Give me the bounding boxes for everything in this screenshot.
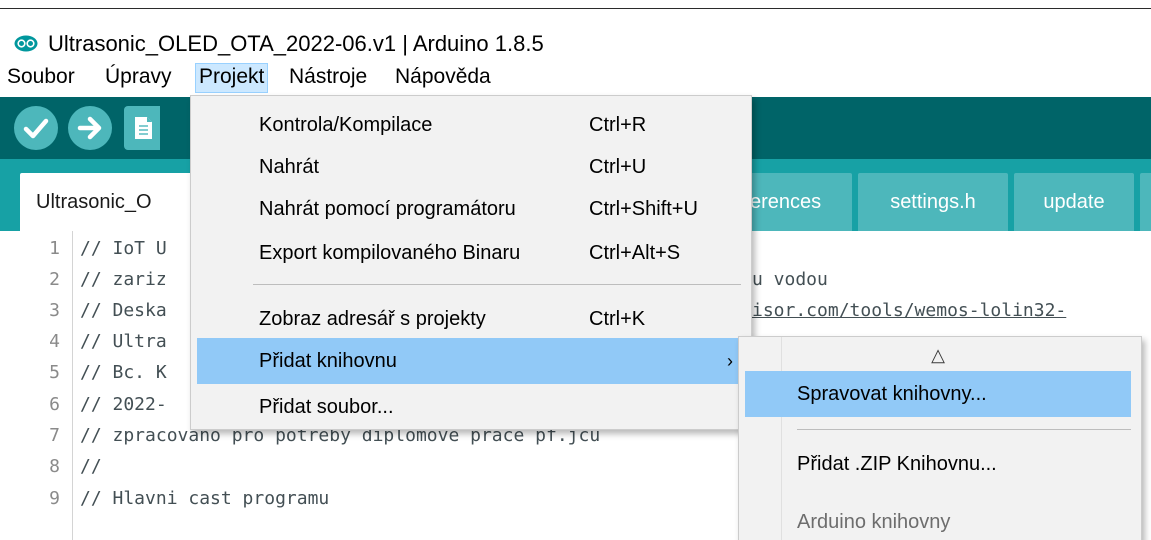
menu-upravy[interactable]: Úpravy — [102, 63, 175, 93]
title-bar: Ultrasonic_OLED_OTA_2022-06.v1 | Arduino… — [0, 9, 1151, 61]
menu-item-label: Zobraz adresář s projekty — [259, 308, 486, 330]
menu-item-label: Přidat soubor... — [259, 396, 394, 418]
code-text: // IoT U — [80, 238, 167, 259]
submenu-item-label: Arduino knihovny — [797, 511, 951, 533]
menu-item-show-sketch-folder[interactable]: Zobraz adresář s projekty Ctrl+K — [197, 296, 745, 342]
new-sketch-button[interactable] — [124, 106, 160, 150]
line-number: 6 — [49, 394, 60, 415]
menu-item-label: Přidat knihovnu — [259, 350, 397, 372]
verify-button[interactable] — [14, 106, 58, 150]
submenu-item-manage-libraries[interactable]: Spravovat knihovny... — [745, 371, 1131, 417]
tab-update[interactable]: update — [1014, 173, 1134, 231]
code-text: // zariz — [80, 269, 167, 290]
line-number: 4 — [49, 331, 60, 352]
menu-item-shortcut: Ctrl+R — [589, 114, 647, 136]
upload-icon — [77, 116, 102, 140]
menu-item-include-library[interactable]: Přidat knihovnu › — [197, 338, 745, 384]
code-text: // Bc. K — [80, 362, 167, 383]
menu-item-verify-compile[interactable]: Kontrola/Kompilace Ctrl+R — [197, 102, 745, 148]
menu-bar: Soubor Úpravy Projekt Nástroje Nápověda — [0, 61, 1151, 95]
menu-item-shortcut: Ctrl+Shift+U — [589, 198, 698, 220]
line-number: 1 — [49, 238, 60, 259]
menu-item-add-file[interactable]: Přidat soubor... — [197, 384, 745, 430]
projekt-menu-dropdown: Kontrola/Kompilace Ctrl+R Nahrát Ctrl+U … — [190, 95, 752, 430]
menu-item-shortcut: Ctrl+U — [589, 156, 647, 178]
menu-soubor[interactable]: Soubor — [4, 63, 78, 93]
menu-separator — [253, 284, 741, 285]
code-text: // 2022- — [80, 394, 167, 415]
window-title: Ultrasonic_OLED_OTA_2022-06.v1 | Arduino… — [48, 31, 544, 56]
code-text: // Deska — [80, 300, 167, 321]
code-text-fragment: u vodou — [752, 269, 828, 290]
submenu-item-label: Přidat .ZIP Knihovnu... — [797, 453, 997, 475]
arduino-logo-icon — [14, 35, 38, 52]
line-number: 3 — [49, 300, 60, 321]
tab-preferences[interactable]: erences — [740, 173, 852, 231]
line-number: 9 — [49, 488, 60, 509]
new-sketch-icon — [135, 117, 152, 139]
menu-projekt[interactable]: Projekt — [195, 63, 269, 93]
upload-button[interactable] — [68, 106, 112, 150]
menu-item-label: Nahrát pomocí programátoru — [259, 198, 516, 220]
tab-settings-h[interactable]: settings.h — [858, 173, 1008, 231]
line-number: 5 — [49, 362, 60, 383]
menu-item-label: Export kompilovaného Binaru — [259, 242, 521, 264]
tab-ultrasonic[interactable]: Ultrasonic_O — [20, 173, 192, 231]
menu-item-export-binary[interactable]: Export kompilovaného Binaru Ctrl+Alt+S — [197, 230, 745, 276]
menu-item-upload-programmer[interactable]: Nahrát pomocí programátoru Ctrl+Shift+U — [197, 186, 745, 232]
menu-item-label: Kontrola/Kompilace — [259, 114, 433, 136]
menu-item-shortcut: Ctrl+K — [589, 308, 646, 330]
line-number: 7 — [49, 425, 60, 446]
menu-napoveda[interactable]: Nápověda — [392, 63, 494, 93]
menu-item-shortcut: Ctrl+Alt+S — [589, 242, 681, 264]
tab-overflow[interactable] — [1140, 173, 1151, 231]
submenu-item-add-zip-library[interactable]: Přidat .ZIP Knihovnu... — [745, 441, 1131, 487]
menu-item-label: Nahrát — [259, 156, 320, 178]
scroll-up-icon[interactable]: △ — [745, 345, 1131, 366]
submenu-arrow-icon: › — [727, 351, 733, 371]
code-text: // — [80, 456, 102, 477]
code-link-fragment[interactable]: isor.com/tools/wemos-lolin32- — [752, 295, 1066, 327]
verify-icon — [23, 118, 49, 139]
submenu-item-label: Spravovat knihovny... — [797, 383, 987, 405]
menu-item-upload[interactable]: Nahrát Ctrl+U — [197, 144, 745, 190]
line-number: 8 — [49, 456, 60, 477]
line-number: 2 — [49, 269, 60, 290]
code-text: // Ultra — [80, 331, 167, 352]
library-submenu: △ Spravovat knihovny... Přidat .ZIP Knih… — [738, 336, 1142, 540]
submenu-item-arduino-libraries-header: Arduino knihovny — [745, 499, 1131, 540]
menu-nastroje[interactable]: Nástroje — [286, 63, 370, 93]
code-text: // Hlavni cast programu — [80, 488, 330, 509]
submenu-separator — [797, 429, 1131, 430]
